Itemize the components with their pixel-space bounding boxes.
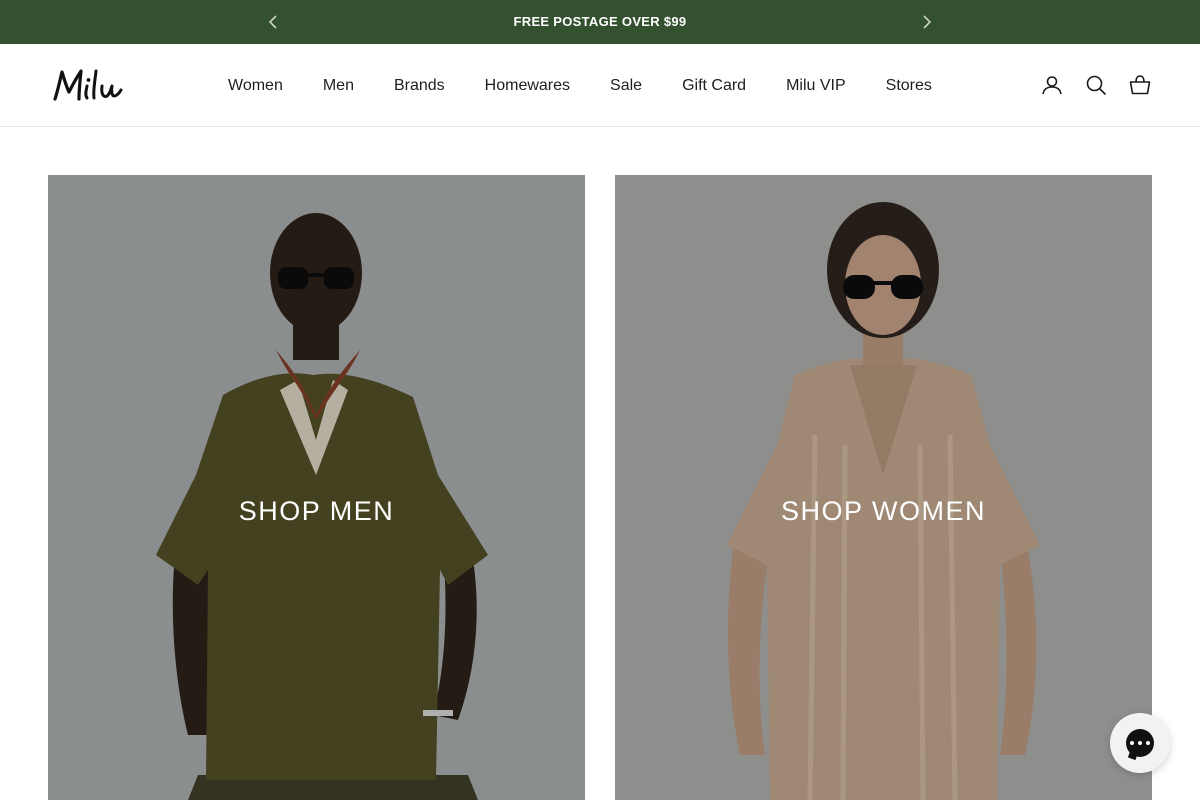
header-actions bbox=[1040, 73, 1152, 97]
nav-item-homewares[interactable]: Homewares bbox=[465, 76, 590, 96]
shop-men-label[interactable]: SHOP MEN bbox=[48, 495, 585, 527]
main-nav: Women Men Brands Homewares Sale Gift Car… bbox=[208, 76, 952, 96]
nav-item-brands[interactable]: Brands bbox=[374, 76, 465, 96]
shop-women-overlay bbox=[615, 175, 1152, 800]
shop-women-card[interactable]: SHOP WOMEN bbox=[615, 175, 1152, 800]
announcement-text: FREE POSTAGE OVER $99 bbox=[513, 14, 687, 29]
nav-item-milu-vip[interactable]: Milu VIP bbox=[766, 76, 866, 96]
shop-women-label[interactable]: SHOP WOMEN bbox=[615, 495, 1152, 527]
cart-button[interactable] bbox=[1128, 73, 1152, 97]
chat-icon bbox=[1126, 729, 1154, 757]
nav-item-sale[interactable]: Sale bbox=[590, 76, 662, 96]
nav-item-stores[interactable]: Stores bbox=[866, 76, 952, 96]
nav-item-men[interactable]: Men bbox=[303, 76, 374, 96]
account-button[interactable] bbox=[1040, 73, 1064, 97]
search-button[interactable] bbox=[1084, 73, 1108, 97]
chat-button[interactable] bbox=[1110, 713, 1170, 773]
account-icon bbox=[1042, 76, 1062, 95]
announcement-next-button[interactable] bbox=[916, 11, 938, 33]
shop-men-overlay bbox=[48, 175, 585, 800]
milu-logo[interactable] bbox=[52, 68, 124, 104]
shop-men-card[interactable]: SHOP MEN bbox=[48, 175, 585, 800]
cart-icon bbox=[1129, 75, 1151, 95]
nav-item-women[interactable]: Women bbox=[208, 76, 303, 96]
search-icon bbox=[1086, 75, 1107, 96]
chevron-right-icon bbox=[923, 15, 932, 29]
site-header: Women Men Brands Homewares Sale Gift Car… bbox=[0, 44, 1200, 127]
nav-item-gift-card[interactable]: Gift Card bbox=[662, 76, 766, 96]
announcement-bar: FREE POSTAGE OVER $99 bbox=[0, 0, 1200, 44]
